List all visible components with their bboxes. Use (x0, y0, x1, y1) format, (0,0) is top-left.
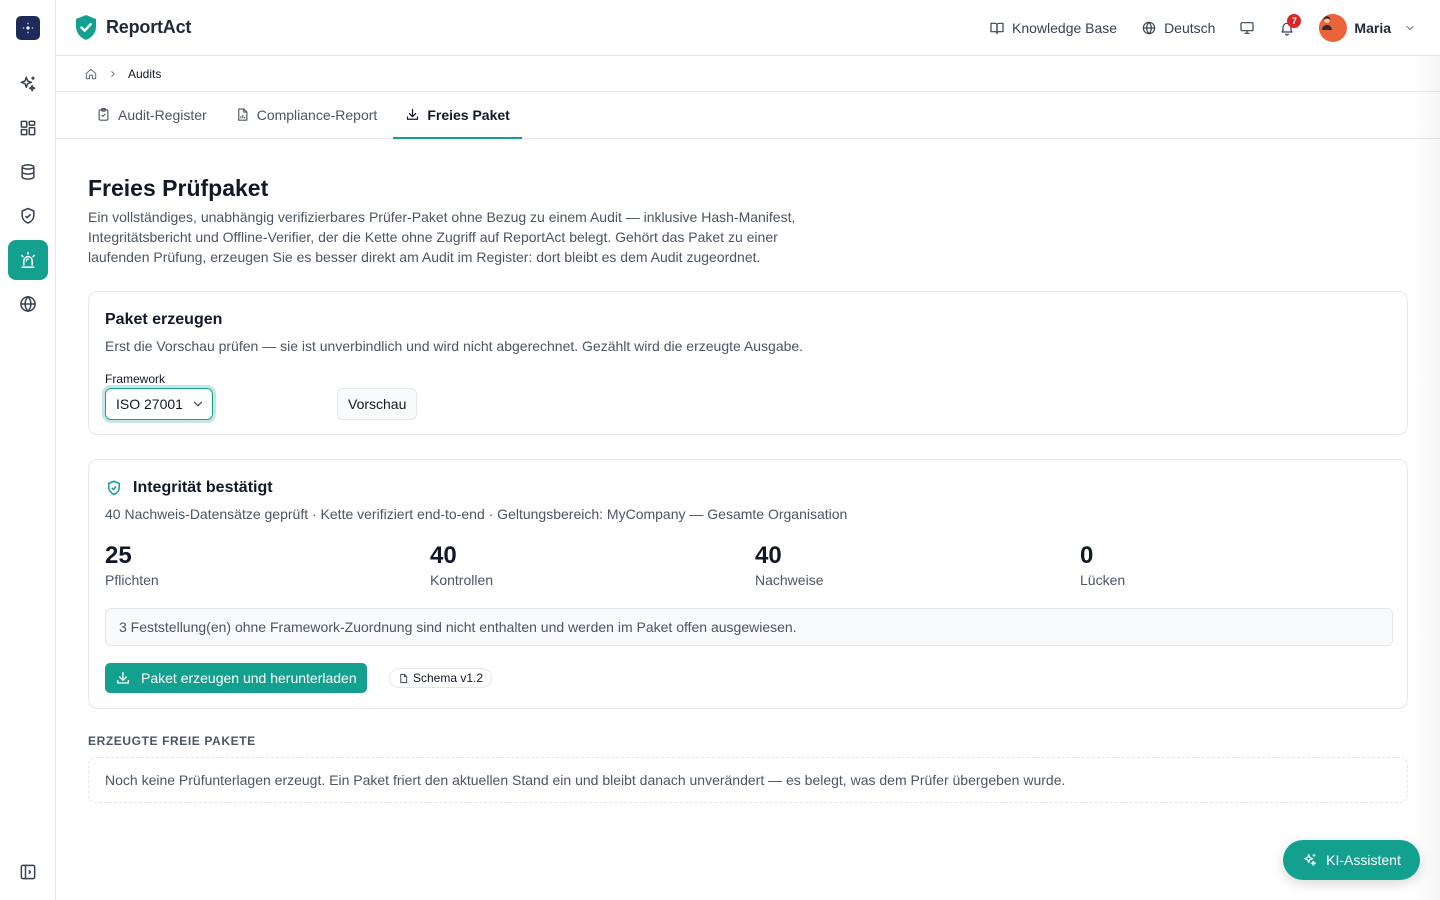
rail-audits-button[interactable] (8, 240, 48, 280)
avatar (1319, 14, 1348, 42)
rail-data-button[interactable] (8, 152, 48, 192)
rail-global-button[interactable] (8, 284, 48, 324)
generate-download-label: Paket erzeugen und herunterladen (141, 670, 357, 686)
rail-dashboard-button[interactable] (8, 108, 48, 148)
rail-collapse-button[interactable] (8, 852, 48, 892)
database-icon (21, 164, 35, 180)
notification-badge: 7 (1287, 14, 1302, 28)
breadcrumb: Audits (56, 56, 1440, 92)
home-icon[interactable] (84, 67, 98, 81)
dashboard-icon (20, 120, 36, 136)
stat-label: Nachweise (755, 572, 824, 588)
brand-shield-icon (76, 15, 96, 40)
file-chart-icon (237, 108, 248, 121)
stat-value: 0 (1080, 542, 1094, 569)
sparkles-icon (1304, 854, 1317, 866)
stat-controls: 40 Kontrollen (430, 542, 493, 588)
schema-badge: Schema v1.2 (389, 668, 493, 688)
app-logo-icon[interactable] (16, 16, 40, 40)
stat-value: 40 (755, 542, 782, 569)
framework-value: ISO 27001 (116, 396, 183, 412)
ai-assistant-button[interactable]: KI-Assistent (1283, 840, 1420, 880)
breadcrumb-current: Audits (128, 66, 162, 81)
tab-compliance-report[interactable]: Compliance-Report (223, 92, 390, 139)
sidebar-toggle-icon (20, 864, 36, 880)
generate-card-subtitle: Erst die Vorschau prüfen — sie ist unver… (105, 338, 804, 354)
stat-label: Pflichten (105, 572, 159, 588)
file-icon (400, 673, 408, 683)
unmapped-findings-note: 3 Feststellung(en) ohne Framework-Zuordn… (105, 608, 1393, 646)
stat-label: Lücken (1080, 572, 1126, 588)
generate-package-card: Paket erzeugen Erst die Vorschau prüfen … (88, 291, 1408, 435)
download-icon (407, 108, 419, 120)
knowledge-base-link[interactable]: Knowledge Base (989, 20, 1117, 36)
framework-label: Framework (105, 372, 166, 386)
stat-gaps: 0 Lücken (1080, 542, 1125, 588)
edge-shadow (1412, 56, 1440, 900)
globe-icon (20, 295, 36, 313)
shield-check-icon (21, 207, 35, 224)
rail-ai-button[interactable] (8, 64, 48, 104)
generate-card-title: Paket erzeugen (105, 311, 223, 328)
chevron-down-icon (1406, 26, 1414, 31)
shield-check-icon (108, 480, 120, 496)
book-open-icon (990, 22, 1004, 34)
tab-free-package[interactable]: Freies Paket (393, 92, 522, 139)
ai-assistant-label: KI-Assistent (1326, 852, 1401, 868)
schema-label: Schema v1.2 (413, 671, 484, 685)
monitor-icon (1240, 22, 1255, 34)
stat-value: 25 (105, 542, 132, 569)
integrity-subtitle: 40 Nachweis-Datensätze geprüft · Kette v… (105, 506, 848, 522)
stat-label: Kontrollen (430, 572, 494, 588)
tab-audit-register[interactable]: Audit-Register (84, 92, 219, 139)
download-icon (117, 672, 129, 684)
page-description: Ein vollständiges, unabhängig verifizier… (88, 209, 796, 265)
framework-select[interactable]: ISO 27001 (105, 388, 213, 420)
integrity-title: Integrität bestätigt (133, 479, 273, 496)
user-name: Maria (1354, 20, 1391, 36)
language-label: Deutsch (1164, 20, 1216, 36)
brand-name: ReportAct (106, 17, 192, 37)
generated-packages-empty: Noch keine Prüfunterlagen erzeugt. Ein P… (88, 757, 1408, 803)
notifications-button[interactable]: 7 (1279, 14, 1302, 36)
stat-value: 40 (430, 542, 457, 569)
side-rail (0, 0, 56, 900)
chevron-down-icon (193, 401, 203, 407)
stat-evidence: 40 Nachweise (755, 542, 823, 588)
brand[interactable]: ReportAct (74, 14, 191, 41)
globe-icon (1142, 21, 1156, 35)
tab-label: Freies Paket (427, 106, 510, 123)
page-title: Freies Prüfpaket (88, 175, 269, 201)
display-button[interactable] (1239, 20, 1255, 36)
top-bar: ReportAct Knowledge Base Deutsch 7 Maria (56, 0, 1440, 56)
language-switcher[interactable]: Deutsch (1141, 20, 1215, 36)
siren-icon (21, 251, 35, 268)
sparkles-icon (20, 76, 36, 92)
clipboard-check-icon (98, 108, 109, 121)
tab-bar: Audit-Register Compliance-Report Freies … (56, 92, 1440, 139)
user-menu[interactable]: Maria (1319, 14, 1416, 42)
integrity-card: Integrität bestätigt 40 Nachweis-Datensä… (88, 459, 1408, 709)
stat-obligations: 25 Pflichten (105, 542, 159, 588)
knowledge-base-label: Knowledge Base (1011, 20, 1118, 36)
generated-packages-heading: ERZEUGTE FREIE PAKETE (88, 734, 256, 748)
tab-label: Compliance-Report (256, 106, 378, 123)
tab-label: Audit-Register (118, 106, 207, 123)
preview-button[interactable]: Vorschau (337, 388, 418, 420)
chevron-right-icon (111, 70, 115, 77)
rail-compliance-button[interactable] (8, 196, 48, 236)
generate-download-button[interactable]: Paket erzeugen und herunterladen (105, 663, 367, 693)
